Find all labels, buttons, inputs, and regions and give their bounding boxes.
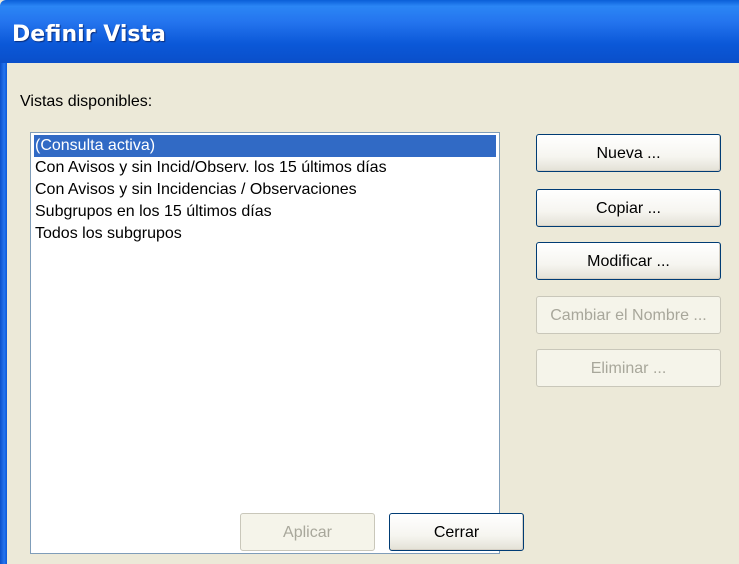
title-bar[interactable]: Definir Vista <box>0 0 739 63</box>
views-list-label: Vistas disponibles: <box>20 93 153 110</box>
new-view-button[interactable]: Nueva ... <box>536 134 721 172</box>
close-button[interactable]: Cerrar <box>389 513 524 551</box>
views-listbox[interactable]: (Consulta activa) Con Avisos y sin Incid… <box>30 132 500 554</box>
copy-view-button[interactable]: Copiar ... <box>536 189 721 227</box>
list-item[interactable]: Todos los subgrupos <box>31 223 499 245</box>
rename-view-button[interactable]: Cambiar el Nombre ... <box>536 296 721 334</box>
dialog-body: Vistas disponibles: (Consulta activa) Co… <box>7 63 739 564</box>
window-frame-left <box>0 63 7 564</box>
list-item[interactable]: Con Avisos y sin Incid/Observ. los 15 úl… <box>31 157 499 179</box>
window-title: Definir Vista <box>12 22 166 47</box>
list-item[interactable]: Con Avisos y sin Incidencias / Observaci… <box>31 179 499 201</box>
modify-view-button[interactable]: Modificar ... <box>536 242 721 280</box>
apply-button[interactable]: Aplicar <box>240 513 375 551</box>
list-item[interactable]: Subgrupos en los 15 últimos días <box>31 201 499 223</box>
list-item[interactable]: (Consulta activa) <box>34 135 496 157</box>
delete-view-button[interactable]: Eliminar ... <box>536 349 721 387</box>
